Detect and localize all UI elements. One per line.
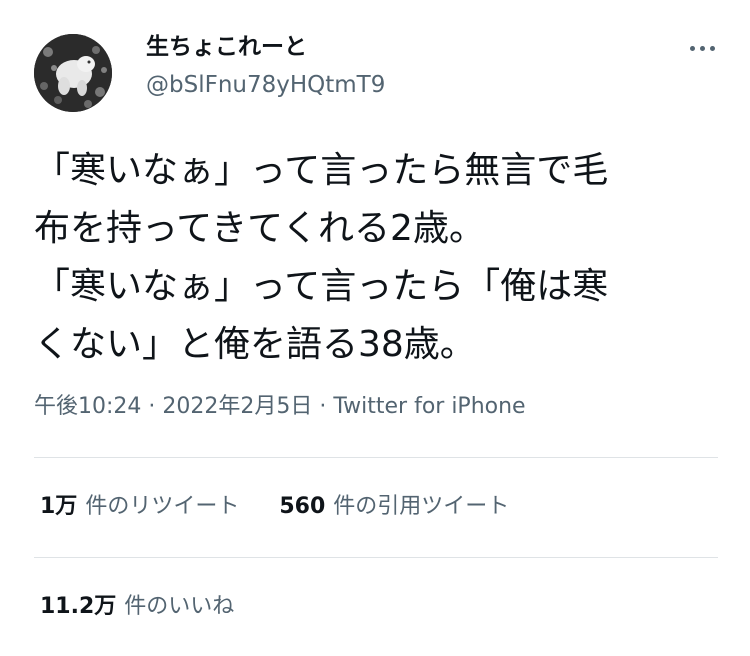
tweet-text: 「寒いなぁ」って言ったら無言で毛 布を持ってきてくれる2歳。 「寒いなぁ」って言… [34,142,734,374]
more-dot [709,45,715,51]
more-dot [689,45,695,51]
stats-row-likes: 11.2万 件のいいね [40,592,234,622]
quote-count[interactable]: 560 件の引用ツイート [279,492,509,522]
tweet-text-line: くない」と俺を語る38歳。 [34,324,476,365]
author-display-name[interactable]: 生ちょこれーと [146,32,307,62]
divider [34,457,718,458]
tweet-text-line: 「寒いなぁ」って言ったら「俺は寒 [34,266,609,307]
avatar-photo-icon [34,34,112,112]
more-options-icon[interactable] [682,38,722,58]
tweet-text-line: 布を持ってきてくれる2歳。 [34,208,485,249]
author-handle[interactable]: @bSlFnu78yHQtmT9 [146,70,385,100]
quote-count-value: 560 [279,494,326,519]
stats-row-shares: 1万 件のリツイート 560 件の引用ツイート [40,492,509,522]
more-dot [699,45,705,51]
tweet-text-line: 「寒いなぁ」って言ったら無言で毛 [34,150,609,191]
tweet-timestamp-source[interactable]: 午後10:24 · 2022年2月5日 · Twitter for iPhone [34,392,526,422]
retweet-count-label: 件のリツイート [85,494,240,519]
quote-count-label: 件の引用ツイート [333,494,510,519]
like-count-label: 件のいいね [124,594,235,619]
like-count-value: 11.2万 [40,594,117,619]
divider [34,557,718,558]
retweet-count[interactable]: 1万 件のリツイート [40,492,239,522]
like-count[interactable]: 11.2万 件のいいね [40,592,234,622]
author-avatar[interactable] [34,34,112,112]
tweet-detail: 生ちょこれーと @bSlFnu78yHQtmT9 「寒いなぁ」って言ったら無言で… [0,0,750,656]
retweet-count-value: 1万 [40,494,78,519]
